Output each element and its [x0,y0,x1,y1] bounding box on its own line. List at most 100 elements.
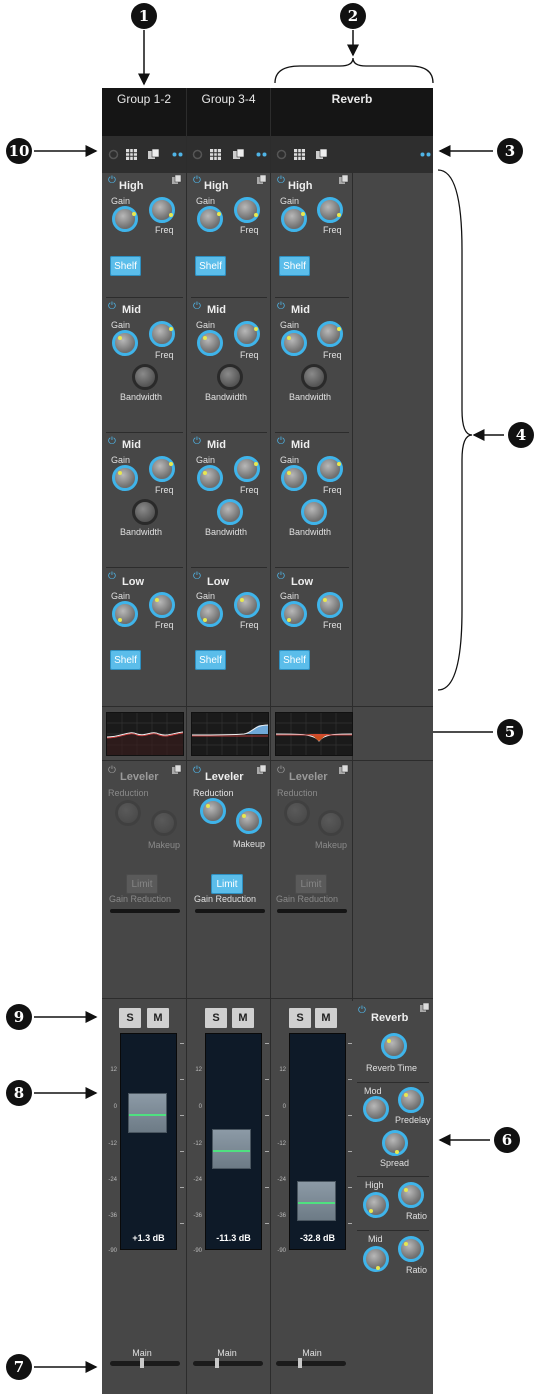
gain-knob[interactable] [197,330,223,356]
eq-curve-thumbnail[interactable] [275,712,353,756]
limit-button[interactable]: Limit [211,874,243,894]
freq-knob[interactable] [234,456,260,482]
mod-knob[interactable] [363,1096,389,1122]
power-icon[interactable]: ⏻ [193,572,201,582]
gain-knob[interactable] [112,601,138,627]
gain-knob[interactable] [281,330,307,356]
shelf-button[interactable]: Shelf [110,256,141,276]
power-icon[interactable]: ⏻ [108,437,116,447]
link-icon[interactable] [192,149,203,160]
copy-icon[interactable] [257,175,267,185]
reduction-knob[interactable] [200,798,226,824]
power-icon[interactable]: ⏻ [193,766,201,776]
output-pan-slider[interactable] [193,1358,263,1368]
channel-name-reverb[interactable]: Reverb [271,88,433,136]
bandwidth-knob[interactable] [132,364,158,390]
freq-knob[interactable] [149,197,175,223]
expand-dots-icon[interactable] [420,149,431,160]
power-icon[interactable]: ⏻ [108,572,116,582]
solo-button[interactable]: S [205,1008,227,1028]
bandwidth-knob[interactable] [217,364,243,390]
reduction-knob[interactable] [115,800,141,826]
mute-button[interactable]: M [315,1008,337,1028]
solo-button[interactable]: S [289,1008,311,1028]
shelf-button[interactable]: Shelf [279,650,310,670]
fader-handle[interactable] [128,1093,167,1133]
power-icon[interactable]: ⏻ [193,176,201,186]
gain-knob[interactable] [197,601,223,627]
power-icon[interactable]: ⏻ [358,1006,366,1016]
predelay-knob[interactable] [398,1087,424,1113]
high-knob[interactable] [363,1192,389,1218]
grid-icon[interactable] [210,149,221,160]
gain-knob[interactable] [281,206,307,232]
bandwidth-knob[interactable] [301,364,327,390]
power-icon[interactable]: ⏻ [193,302,201,312]
reduction-knob[interactable] [284,800,310,826]
mid-ratio-knob[interactable] [398,1236,424,1262]
shelf-button[interactable]: Shelf [110,650,141,670]
solo-button[interactable]: S [119,1008,141,1028]
shelf-button[interactable]: Shelf [195,650,226,670]
output-pan-slider[interactable] [276,1358,346,1368]
shelf-button[interactable]: Shelf [195,256,226,276]
power-icon[interactable]: ⏻ [277,572,285,582]
power-icon[interactable]: ⏻ [277,437,285,447]
gain-knob[interactable] [197,465,223,491]
makeup-knob[interactable] [318,810,344,836]
eq-curve-thumbnail[interactable] [106,712,184,756]
power-icon[interactable]: ⏻ [108,302,116,312]
freq-knob[interactable] [317,321,343,347]
limit-button[interactable]: Limit [295,874,327,894]
copy-icon[interactable] [339,765,349,775]
power-icon[interactable]: ⏻ [277,302,285,312]
eq-curve-thumbnail[interactable] [191,712,269,756]
channel-name-group-1-2[interactable]: Group 1-2 [102,88,186,136]
fader-handle[interactable] [297,1181,336,1221]
freq-knob[interactable] [234,197,260,223]
spread-knob[interactable] [382,1130,408,1156]
bandwidth-knob[interactable] [132,499,158,525]
freq-knob[interactable] [234,592,260,618]
bandwidth-knob[interactable] [301,499,327,525]
expand-dots-icon[interactable] [256,149,267,160]
mid-knob[interactable] [363,1246,389,1272]
grid-icon[interactable] [126,149,137,160]
copy-icon[interactable] [420,1003,430,1013]
power-icon[interactable]: ⏻ [108,176,116,186]
mute-button[interactable]: M [147,1008,169,1028]
channel-name-group-3-4[interactable]: Group 3-4 [187,88,270,136]
limit-button[interactable]: Limit [126,874,158,894]
bandwidth-knob[interactable] [217,499,243,525]
gain-knob[interactable] [281,601,307,627]
shelf-button[interactable]: Shelf [279,256,310,276]
fader-track[interactable] [120,1033,177,1250]
freq-knob[interactable] [317,592,343,618]
freq-knob[interactable] [317,197,343,223]
freq-knob[interactable] [149,321,175,347]
freq-knob[interactable] [149,456,175,482]
link-icon[interactable] [108,149,119,160]
link-icon[interactable] [276,149,287,160]
copy-icon[interactable] [339,175,349,185]
copy-icon[interactable] [233,149,244,160]
copy-icon[interactable] [316,149,327,160]
copy-icon[interactable] [257,765,267,775]
power-icon[interactable]: ⏻ [277,176,285,186]
power-icon[interactable]: ⏻ [193,437,201,447]
freq-knob[interactable] [317,456,343,482]
grid-icon[interactable] [294,149,305,160]
output-pan-slider[interactable] [110,1358,180,1368]
reverb-time-knob[interactable] [381,1033,407,1059]
power-icon[interactable]: ⏻ [277,766,285,776]
copy-icon[interactable] [172,175,182,185]
gain-knob[interactable] [197,206,223,232]
copy-icon[interactable] [172,765,182,775]
freq-knob[interactable] [234,321,260,347]
power-icon[interactable]: ⏻ [108,766,116,776]
makeup-knob[interactable] [151,810,177,836]
gain-knob[interactable] [112,330,138,356]
expand-dots-icon[interactable] [172,149,183,160]
high-ratio-knob[interactable] [398,1182,424,1208]
fader-handle[interactable] [212,1129,251,1169]
